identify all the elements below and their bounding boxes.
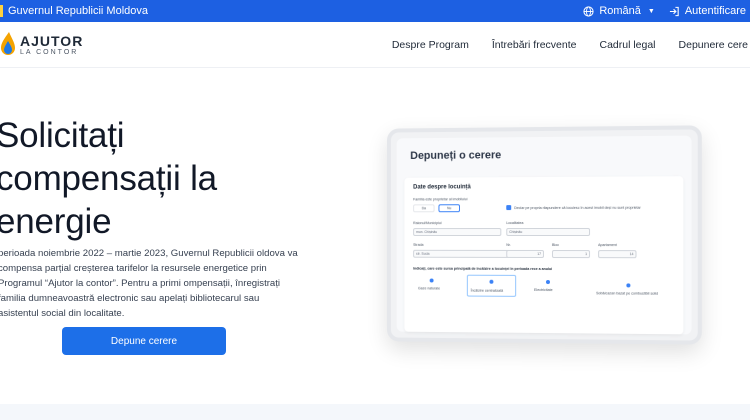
- caret-down-icon: ▼: [647, 7, 655, 15]
- footer-strip: [0, 404, 750, 420]
- apartment-label: Apartament: [598, 243, 617, 248]
- owner-yes-option: Da: [413, 204, 435, 213]
- solid-radio: [626, 283, 631, 288]
- street-label: Strada: [413, 242, 424, 247]
- number-field: 17: [506, 249, 544, 259]
- heating-question: Indicați, care este sursa principală de …: [413, 266, 553, 272]
- central-radio: [489, 279, 494, 284]
- form-mockup-screen: Depuneți o cerere Date despre locuință F…: [396, 135, 692, 335]
- flame-drop-icon: [1, 32, 15, 55]
- flag-icon: [0, 5, 3, 17]
- government-link[interactable]: Guvernul Republicii Moldova: [0, 0, 148, 22]
- option-central: Încălzire centralizată: [470, 288, 504, 293]
- locality-label: Localitatea: [506, 221, 524, 226]
- declare-label: Declar pe propria răspundere că locuiesc…: [514, 205, 641, 211]
- hero-description: perioada noiembrie 2022 – martie 2023, G…: [0, 248, 298, 319]
- globe-icon: [583, 5, 594, 17]
- nav-item-faq[interactable]: Întrebări frecvente: [492, 39, 577, 51]
- government-bar: Guvernul Republicii Moldova Română ▼ Aut…: [0, 0, 750, 22]
- logo-title: AJUTOR: [20, 32, 84, 49]
- nav-item-about[interactable]: Despre Program: [392, 39, 469, 51]
- declare-checkbox: [506, 205, 512, 211]
- mockup-section-title: Date despre locuință: [413, 184, 471, 191]
- government-title: Guvernul Republicii Moldova: [8, 5, 149, 17]
- language-selector[interactable]: Română ▼: [583, 5, 655, 17]
- form-mockup-tablet: Depuneți o cerere Date despre locuință F…: [386, 125, 702, 345]
- login-icon: [669, 6, 679, 16]
- gas-radio: [429, 278, 434, 283]
- main-navigation: AJUTOR LA CONTOR Despre Program Întrebăr…: [0, 22, 750, 68]
- electric-radio: [545, 280, 550, 285]
- owner-no-option: Nu: [438, 204, 460, 213]
- street-field: str. Sucia: [413, 249, 520, 258]
- logo-subtitle: LA CONTOR: [20, 48, 79, 56]
- mockup-form-card: Date despre locuință Familia este propri…: [404, 176, 684, 335]
- owner-question: Familia este proprietar al imobilului: [413, 197, 468, 202]
- hero-title: Solicitați compensații la energie: [0, 116, 217, 241]
- language-label: Română: [599, 5, 641, 17]
- option-gas: Gaze naturale: [417, 286, 440, 291]
- nav-item-apply[interactable]: Depunere cere: [679, 39, 748, 51]
- number-label: Nr.: [506, 242, 511, 247]
- mockup-title: Depuneți o cerere: [410, 149, 502, 162]
- login-link[interactable]: Autentificare: [669, 5, 746, 17]
- nav-item-legal[interactable]: Cadrul legal: [599, 39, 655, 51]
- hero-section: Solicitați compensații la energie perioa…: [0, 68, 750, 404]
- option-central-box: Încălzire centralizată: [466, 274, 517, 297]
- apply-button[interactable]: Depune cerere: [62, 327, 226, 355]
- block-label: Bloc: [551, 243, 559, 248]
- login-label: Autentificare: [684, 5, 746, 17]
- district-field: mun. Chișinău: [413, 228, 502, 236]
- block-field: 1: [551, 250, 591, 259]
- locality-field: Chișinău: [506, 227, 591, 237]
- logo[interactable]: AJUTOR LA CONTOR: [0, 31, 83, 59]
- apartment-field: 14: [598, 250, 637, 259]
- option-solid: Sobă/cazan bazat pe combustibil solid: [596, 291, 658, 296]
- district-label: Raionul/Municipiul: [413, 221, 442, 226]
- option-electric: Electricitate: [534, 287, 553, 293]
